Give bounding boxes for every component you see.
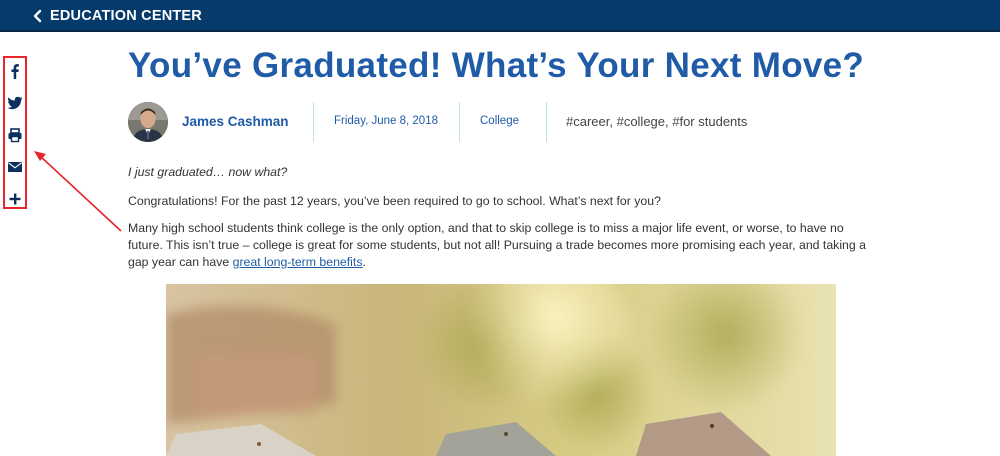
author-avatar [128, 102, 168, 142]
meta-divider [459, 102, 460, 142]
publish-date: Friday, June 8, 2018 [334, 115, 438, 127]
facebook-icon[interactable] [7, 63, 23, 79]
category-link[interactable]: College [480, 115, 519, 127]
paragraph: Congratulations! For the past 12 years, … [128, 194, 661, 208]
meta-divider [313, 102, 314, 142]
author-name[interactable]: James Cashman [182, 114, 289, 129]
article-body: I just graduated… now what? Congratulati… [128, 164, 873, 281]
lead-paragraph: I just graduated… now what? [128, 165, 288, 179]
article-tags: #career, #college, #for students [566, 114, 748, 129]
article-title: You’ve Graduated! What’s Your Next Move? [128, 46, 865, 85]
top-nav-bar: EDUCATION CENTER [0, 0, 1000, 32]
hero-image-graduation-caps [166, 284, 836, 456]
back-to-education-center-link[interactable]: EDUCATION CENTER [32, 0, 202, 32]
meta-divider [546, 102, 547, 142]
twitter-icon[interactable] [7, 95, 23, 111]
paragraph: Many high school students think college … [128, 220, 873, 271]
chevron-left-icon [33, 9, 42, 23]
back-link-label: EDUCATION CENTER [50, 8, 202, 24]
plus-icon[interactable] [7, 191, 23, 207]
print-icon[interactable] [7, 127, 23, 143]
email-icon[interactable] [7, 159, 23, 175]
long-term-benefits-link[interactable]: great long-term benefits [233, 255, 363, 269]
article-meta: James Cashman Friday, June 8, 2018 Colle… [128, 100, 888, 144]
paragraph-end: . [362, 255, 366, 269]
share-sidebar [3, 56, 27, 209]
